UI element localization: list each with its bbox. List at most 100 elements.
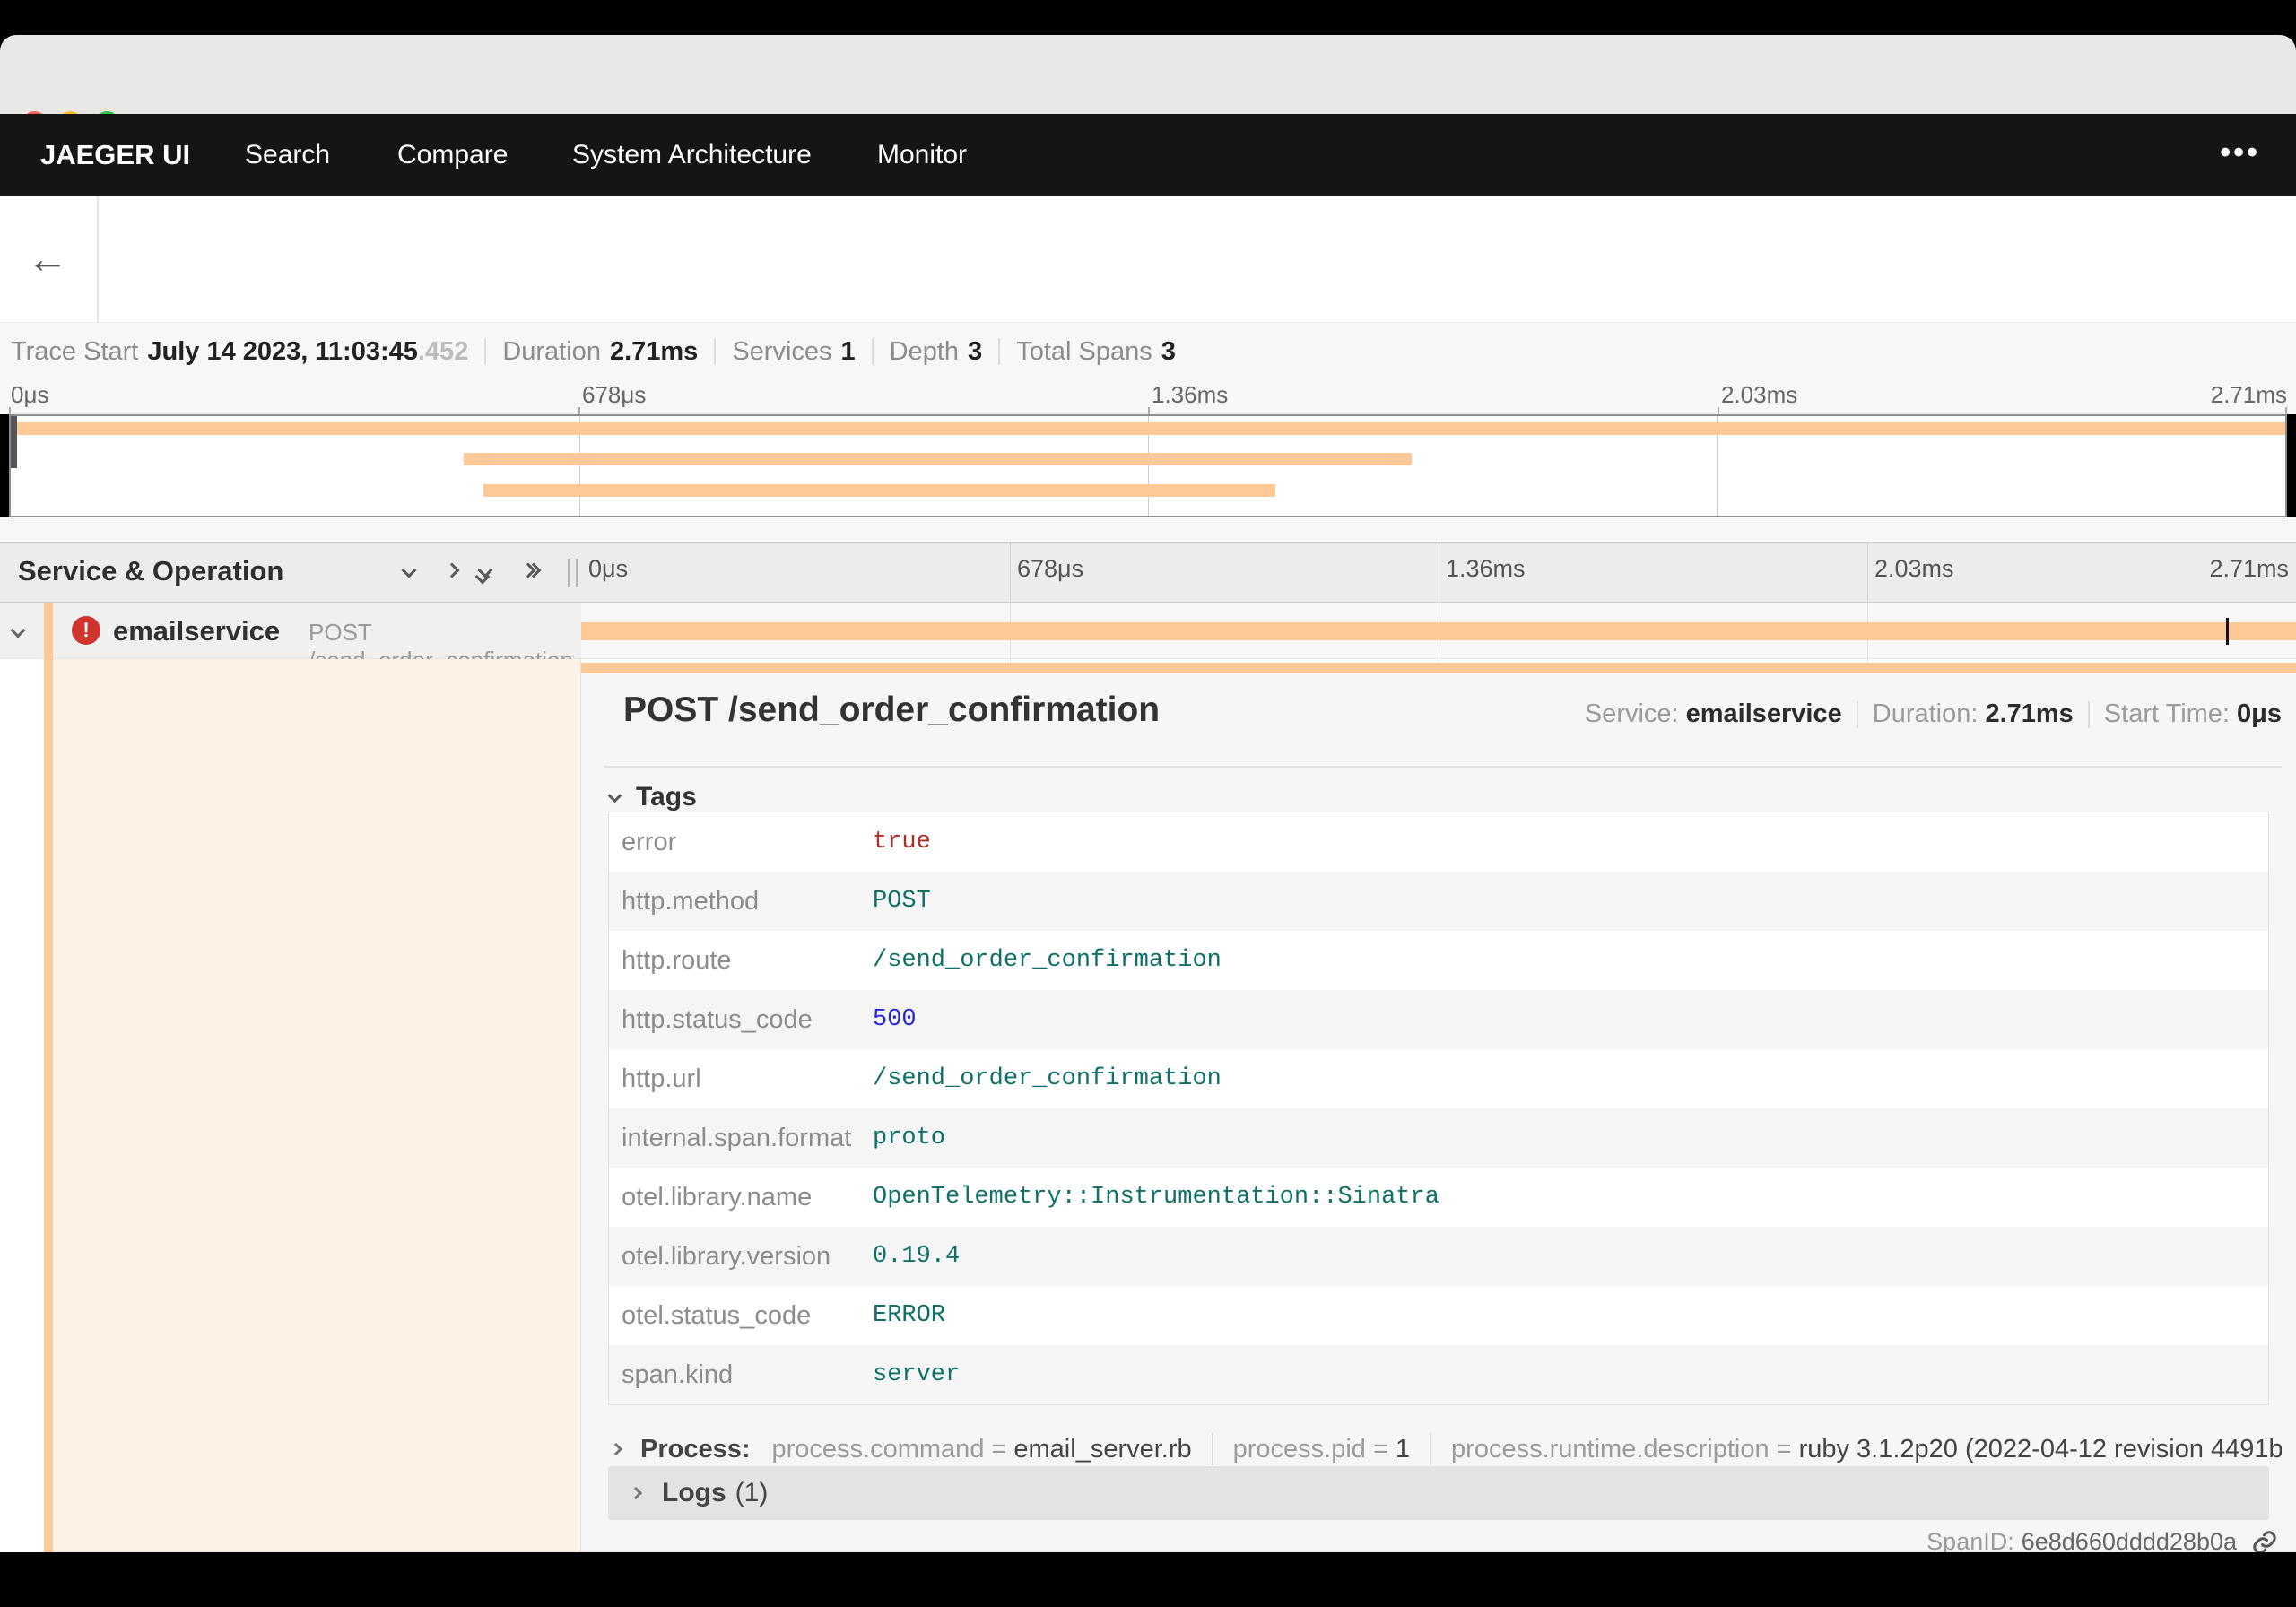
column-resize-handle[interactable]: [568, 559, 578, 587]
tag-key: otel.library.name: [622, 1183, 813, 1212]
timeline-section-header: Service & Operation 0μs 678μs 1.36ms 2.03ms…: [0, 542, 2296, 603]
tags-accordion-toggle[interactable]: Tags: [607, 782, 697, 812]
ruler-tick-mark: [1148, 407, 1150, 414]
timeline-minimap[interactable]: [9, 414, 2287, 517]
chevron-down-icon: [607, 788, 622, 803]
tag-value: true: [873, 829, 931, 856]
nav-overflow-icon[interactable]: •••: [2220, 114, 2260, 196]
nav-item-compare[interactable]: Compare: [397, 114, 508, 196]
trace-page-header: ← emailservice: POST / send_order_confir…: [0, 196, 2296, 502]
logs-accordion-toggle[interactable]: Logs (1): [608, 1466, 2269, 1520]
collapse-all-icon[interactable]: [474, 562, 501, 585]
separator: [1430, 1433, 1432, 1465]
screen-bottom-letterbox: [0, 1552, 2296, 1607]
tags-table: error true http.method POST http.route/send_…: [608, 812, 2269, 1405]
screen-top-letterbox: [0, 0, 2296, 35]
ruler-tick-label: 0μs: [588, 555, 629, 582]
minimap-gap: [0, 517, 2296, 542]
logs-count: (1): [735, 1478, 769, 1507]
ruler-tick-label: 678μs: [1017, 555, 1084, 582]
ruler-tick-label: 0μs: [11, 381, 49, 408]
span-row-name-column[interactable]: ! emailservice POST /send_order_confirma…: [0, 603, 581, 673]
window-titlebar: [0, 35, 2296, 135]
summary-value: 3: [1161, 336, 1176, 366]
tag-value: OpenTelemetry::Instrumentation::Sinatra: [873, 1184, 1439, 1211]
separator: [484, 338, 487, 365]
tag-value: ERROR: [873, 1302, 946, 1329]
jaeger-logo[interactable]: JAEGER UI: [40, 114, 190, 196]
process-key: process.runtime.description: [1451, 1434, 1770, 1464]
expand-one-icon[interactable]: [444, 562, 460, 580]
span-color-stripe: [44, 659, 53, 1552]
ruler-tick-label: 2.71ms: [2210, 381, 2287, 408]
process-key: process.pid: [1232, 1434, 1366, 1464]
timeline-header-ruler: 0μs 678μs 1.36ms 2.03ms 2.71ms: [581, 543, 2296, 602]
minimap-span-bar: [11, 422, 2285, 435]
minimap-span-bar: [483, 484, 1275, 497]
ruler-tick-mark: [578, 407, 580, 414]
minimap-span-bar: [463, 453, 1413, 465]
ruler-tick-label: 2.03ms: [1874, 555, 1954, 582]
tag-key: http.route: [622, 946, 732, 975]
expand-all-icon[interactable]: [520, 562, 544, 580]
meta-label: Service:: [1584, 699, 1679, 728]
span-tree-gutter: [0, 659, 581, 1552]
ruler-tick-mark: [1718, 407, 1719, 414]
tag-row[interactable]: span.kind server: [609, 1345, 2268, 1404]
process-accordion-toggle[interactable]: Process: process.command = email_server.rb…: [608, 1429, 2282, 1469]
ruler-tick-label: 2.03ms: [1721, 381, 1798, 408]
tag-key: http.method: [622, 887, 760, 916]
equals-sign: =: [991, 1434, 1007, 1464]
tag-row[interactable]: otel.library.name OpenTelemetry::Instrume…: [609, 1168, 2268, 1227]
span-row[interactable]: ! emailservice POST /send_order_confirma…: [0, 603, 2296, 673]
span-row-timeline[interactable]: [581, 603, 2296, 659]
process-key: process.command: [771, 1434, 985, 1464]
tag-row[interactable]: http.route/send_order_confirmation: [609, 931, 2268, 990]
tag-value: 0.19.4: [873, 1243, 961, 1270]
trace-summary-band: Trace Start July 14 2023, 11:03:45.452 Dur…: [0, 323, 2296, 414]
tag-row[interactable]: otel.library.version 0.19.4: [609, 1227, 2268, 1286]
service-operation-header: Service & Operation: [18, 555, 284, 586]
meta-label: Duration:: [1872, 699, 1979, 728]
span-duration-bar-thin: [581, 663, 2296, 673]
tag-key: http.status_code: [622, 1005, 813, 1034]
nav-item-monitor[interactable]: Monitor: [877, 114, 967, 196]
ruler-tick-label: 1.36ms: [1446, 555, 1526, 582]
summary-value: July 14 2023, 11:03:45: [147, 336, 418, 366]
ruler-tick-mark: [2285, 407, 2287, 414]
meta-value: 0μs: [2237, 699, 2282, 728]
tag-row[interactable]: otel.status_code ERROR: [609, 1286, 2268, 1345]
tag-row[interactable]: http.method POST: [609, 872, 2268, 931]
tag-row[interactable]: error true: [609, 812, 2268, 872]
summary-label: Services: [732, 336, 832, 366]
divider: [604, 766, 2282, 768]
span-log-marker[interactable]: [2225, 618, 2229, 645]
tag-key: span.kind: [622, 1360, 734, 1389]
process-items: process.command = email_server.rb process.p…: [772, 1433, 2282, 1465]
error-icon: !: [72, 616, 100, 645]
process-value: ruby 3.1.2p20 (2022-04-12 revision 4491b…: [1798, 1434, 2282, 1464]
span-duration-bar[interactable]: [581, 622, 2296, 640]
collapse-one-icon[interactable]: [401, 562, 417, 580]
tag-key: error: [622, 828, 677, 856]
meta-value: emailservice: [1685, 699, 1842, 728]
tag-value: /send_order_confirmation: [873, 1065, 1222, 1092]
minimap-scrubber-handle[interactable]: [11, 416, 17, 468]
link-icon[interactable]: [2251, 1529, 2278, 1556]
separator: [1856, 700, 1858, 728]
back-arrow-icon[interactable]: ←: [27, 234, 68, 282]
tag-key: otel.status_code: [622, 1301, 812, 1330]
tag-row[interactable]: http.status_code 500: [609, 990, 2268, 1049]
tag-row[interactable]: http.url/send_order_confirmation: [609, 1049, 2268, 1108]
tag-row[interactable]: internal.span.format proto: [609, 1108, 2268, 1168]
tag-key: internal.span.format: [622, 1124, 852, 1152]
separator: [871, 338, 874, 365]
tag-value: server: [873, 1361, 961, 1388]
minimap-ruler: 0μs 678μs 1.36ms 2.03ms 2.71ms: [9, 378, 2287, 414]
chevron-down-icon[interactable]: [10, 622, 26, 640]
nav-item-search[interactable]: Search: [245, 114, 330, 196]
jaeger-trace-page: JAEGER UI Search Compare System Architec…: [0, 0, 2296, 1607]
nav-item-system-architecture[interactable]: System Architecture: [572, 114, 812, 196]
trace-summary-row: Trace Start July 14 2023, 11:03:45.452 Dur…: [11, 332, 1176, 371]
back-column: ←: [0, 196, 99, 323]
